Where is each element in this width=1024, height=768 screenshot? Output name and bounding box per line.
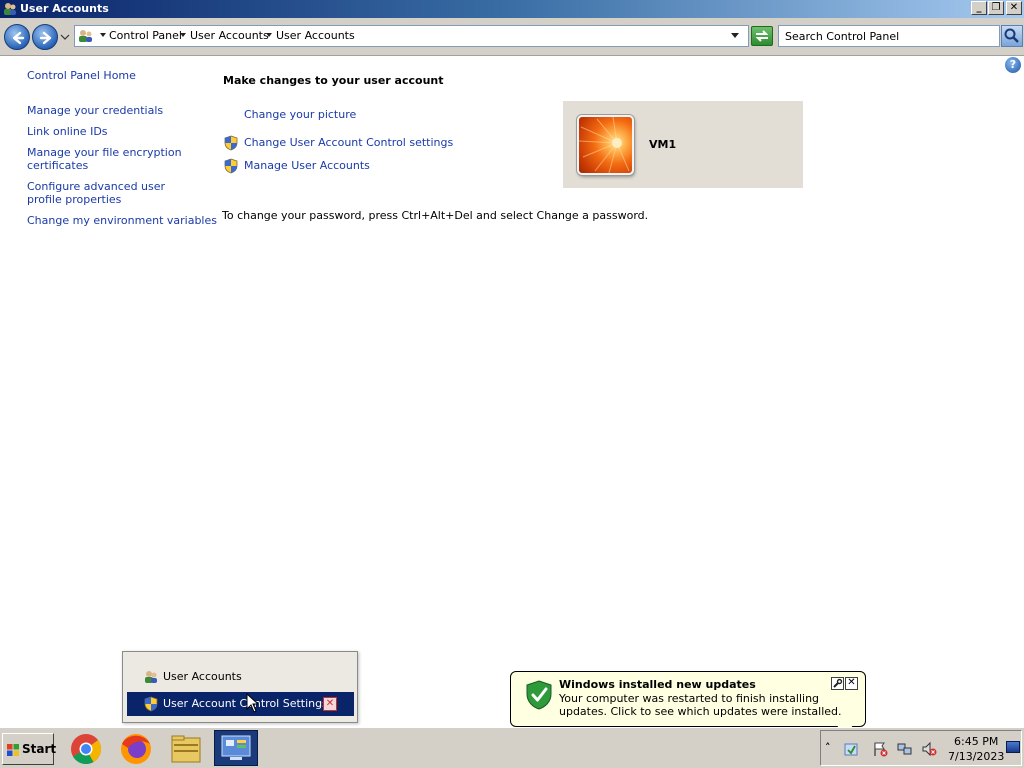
search-icon (1004, 28, 1019, 43)
popup-item-user-accounts[interactable]: User Accounts (127, 665, 354, 689)
help-icon[interactable]: ? (1005, 57, 1021, 73)
notification-area: ˄ 6:45 PM 7/13/2023 (820, 730, 1022, 766)
mouse-cursor-icon (246, 693, 258, 713)
close-button[interactable]: ✕ (1006, 1, 1022, 15)
show-desktop-button[interactable] (1006, 741, 1020, 753)
nav-advanced-user-profile[interactable]: Configure advanced user profile properti… (27, 180, 197, 206)
manage-user-accounts-link[interactable]: Manage User Accounts (244, 159, 370, 172)
uac-shield-icon (144, 696, 158, 712)
uac-shield-icon (224, 135, 238, 151)
breadcrumb-separator-icon[interactable] (99, 31, 107, 39)
page-heading: Make changes to your user account (223, 74, 444, 87)
balloon-message[interactable]: Your computer was restarted to finish in… (559, 692, 859, 718)
restore-button[interactable]: ❐ (988, 1, 1004, 15)
balloon-close-button[interactable]: ✕ (845, 677, 858, 690)
account-name: VM1 (649, 138, 677, 151)
nav-link-online-ids[interactable]: Link online IDs (27, 125, 108, 138)
file-explorer-icon (171, 735, 201, 763)
desktop-screen: User Accounts _ ❐ ✕ Control Panel User A… (0, 0, 1024, 768)
recent-pages-dropdown-icon[interactable] (60, 33, 70, 41)
search-button[interactable] (1001, 25, 1023, 47)
window-title-bar[interactable]: User Accounts _ ❐ ✕ (0, 0, 1024, 18)
taskbar-firefox[interactable] (114, 730, 158, 766)
nav-file-encryption-certificates[interactable]: Manage your file encryption certificates (27, 146, 187, 172)
start-label: Start (22, 742, 57, 756)
popup-close-button[interactable]: ✕ (323, 697, 337, 711)
address-history-dropdown-icon[interactable] (730, 32, 740, 40)
breadcrumb-user-accounts-current[interactable]: User Accounts (276, 29, 355, 43)
back-arrow-icon (12, 31, 25, 45)
change-picture-link[interactable]: Change your picture (244, 108, 356, 121)
control-panel-folder-icon (79, 30, 92, 42)
breadcrumb-separator-icon[interactable] (179, 31, 187, 39)
update-notification-balloon[interactable]: Windows installed new updates Your compu… (510, 671, 866, 727)
password-hint-text: To change your password, press Ctrl+Alt+… (222, 209, 649, 222)
action-center-flag-icon[interactable] (872, 741, 888, 757)
show-hidden-icons-chevron[interactable]: ˄ (825, 741, 831, 754)
network-icon[interactable] (897, 741, 913, 757)
account-picture-flower-image[interactable] (577, 115, 634, 175)
clock-date[interactable]: 7/13/2023 (948, 750, 1004, 763)
wrench-icon (833, 678, 843, 688)
nav-control-panel-home[interactable]: Control Panel Home (27, 69, 136, 82)
control-panel-icon (221, 735, 251, 760)
user-accounts-icon (145, 671, 157, 683)
balloon-title: Windows installed new updates (559, 678, 756, 691)
start-button[interactable]: Start (2, 733, 57, 765)
breadcrumb-control-panel[interactable]: Control Panel (109, 29, 182, 43)
change-uac-settings-link[interactable]: Change User Account Control settings (244, 136, 453, 149)
window-title: User Accounts (20, 2, 109, 15)
nav-manage-credentials[interactable]: Manage your credentials (27, 104, 163, 117)
windows-update-tray-icon[interactable] (843, 741, 859, 757)
minimize-button[interactable]: _ (971, 1, 987, 15)
popup-item-uac-settings[interactable]: User Account Control Settings ✕ (127, 692, 354, 716)
chrome-icon (71, 734, 101, 765)
taskbar: Start ˄ 6:45 PM 7/13/2023 (0, 727, 1024, 768)
taskbar-file-explorer[interactable] (164, 730, 208, 766)
flower-icon (579, 117, 630, 173)
user-accounts-icon (4, 3, 16, 15)
forward-arrow-icon (39, 31, 52, 45)
volume-muted-icon[interactable] (921, 741, 937, 757)
clock-time[interactable]: 6:45 PM (954, 735, 998, 748)
breadcrumb-separator-icon[interactable] (265, 31, 273, 39)
forward-button[interactable] (32, 24, 58, 50)
security-shield-check-icon (526, 680, 552, 710)
breadcrumb-bar[interactable]: Control Panel User Accounts User Account… (74, 25, 749, 47)
refresh-icon (755, 30, 769, 42)
back-button[interactable] (4, 24, 30, 50)
search-input[interactable] (779, 26, 989, 46)
popup-item-label: User Accounts (163, 670, 242, 683)
taskbar-window-list-popup: User Accounts User Account Control Setti… (122, 651, 358, 723)
address-toolbar: Control Panel User Accounts User Account… (0, 18, 1024, 56)
firefox-icon (121, 734, 151, 764)
taskbar-control-panel-active[interactable] (214, 730, 258, 766)
uac-shield-icon (224, 158, 238, 174)
account-tile: VM1 (563, 101, 803, 188)
balloon-options-button[interactable] (831, 677, 844, 690)
windows-flag-icon (7, 744, 19, 756)
breadcrumb-user-accounts[interactable]: User Accounts (190, 29, 269, 43)
search-box[interactable] (778, 25, 1000, 47)
taskbar-chrome[interactable] (64, 730, 108, 766)
refresh-button[interactable] (751, 26, 773, 46)
nav-environment-variables[interactable]: Change my environment variables (27, 214, 217, 227)
